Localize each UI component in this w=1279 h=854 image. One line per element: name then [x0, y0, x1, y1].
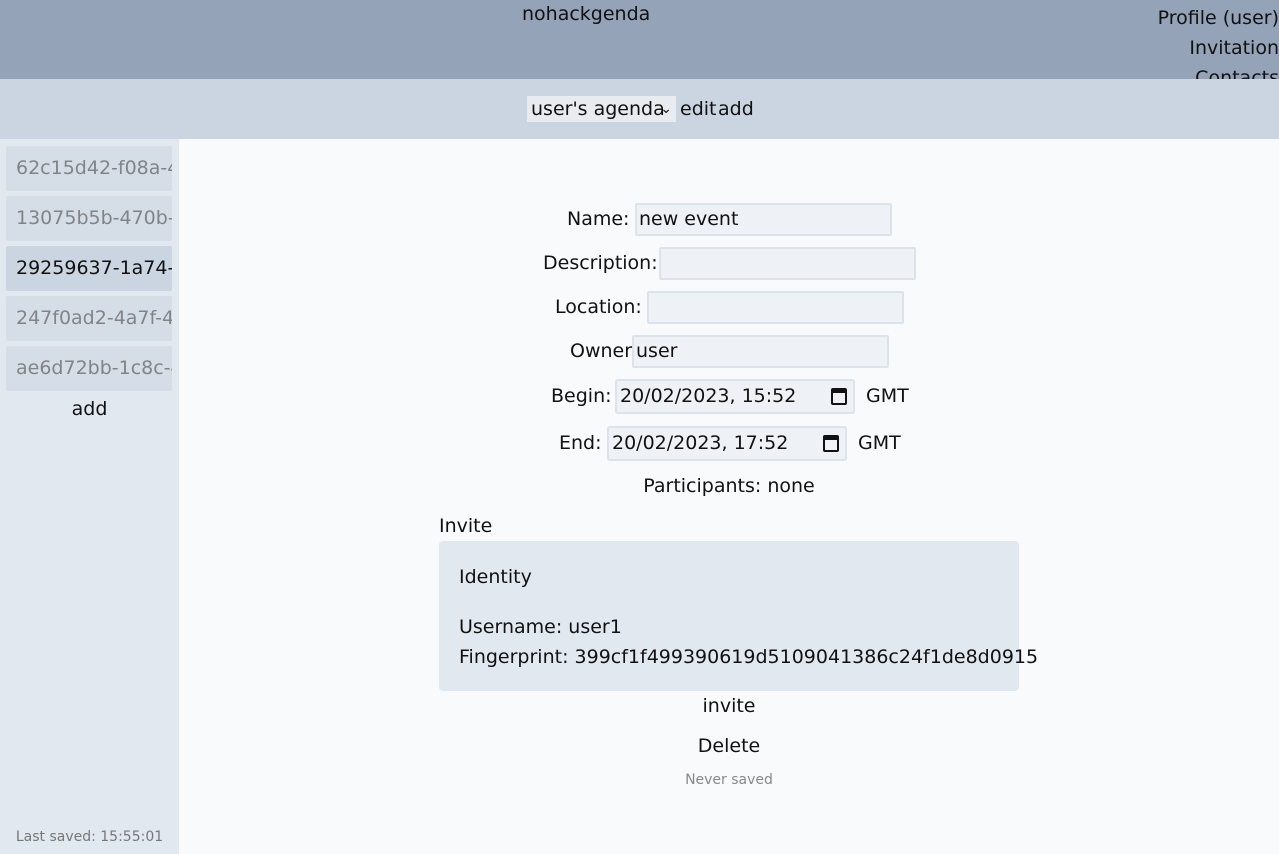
end-timezone: GMT	[858, 432, 901, 454]
nav-profile-link[interactable]: Profile (user)	[1158, 3, 1279, 33]
identity-title: Identity	[459, 566, 532, 588]
end-datetime-input[interactable]: 20/02/2023, 17:52	[607, 426, 847, 461]
calendar-icon[interactable]	[831, 388, 847, 405]
nav-contacts-link[interactable]: Contacts	[1158, 63, 1279, 79]
event-list-item[interactable]: 247f0ad2-4a7f-43	[6, 296, 172, 341]
identity-card[interactable]: Identity Username: user1 Fingerprint: 39…	[439, 541, 1038, 691]
top-header: nohackgenda Profile (user) Invitation Co…	[0, 0, 1279, 79]
begin-label: Begin:	[551, 385, 612, 407]
begin-datetime-input[interactable]: 20/02/2023, 15:52	[615, 379, 855, 414]
save-status: Never saved	[685, 772, 773, 788]
top-nav: Profile (user) Invitation Contacts	[1158, 3, 1279, 79]
begin-timezone: GMT	[866, 385, 909, 407]
add-agenda-link[interactable]: add	[718, 97, 754, 121]
event-sidebar: 62c15d42-f08a-49 13075b5b-470b-4 2925963…	[0, 139, 179, 854]
calendar-icon[interactable]	[823, 435, 839, 452]
invite-heading: Invite	[439, 515, 493, 537]
description-label: Description:	[543, 252, 658, 274]
name-label: Name:	[567, 208, 630, 230]
location-label: Location:	[555, 296, 642, 318]
delete-button[interactable]: Delete	[179, 734, 1279, 758]
event-list-item[interactable]: 62c15d42-f08a-49	[6, 146, 172, 191]
app-title: nohackgenda	[522, 3, 651, 25]
participants-text: Participants: none	[643, 475, 815, 497]
agenda-select-value: user's agenda	[531, 98, 665, 120]
location-input[interactable]	[647, 291, 904, 324]
event-list-item[interactable]: 13075b5b-470b-4	[6, 196, 172, 241]
begin-datetime-value: 20/02/2023, 15:52	[620, 385, 797, 407]
nav-invitation-link[interactable]: Invitation	[1158, 33, 1279, 63]
owner-input[interactable]: user	[632, 335, 889, 368]
last-saved-status: Last saved: 15:55:01	[15, 829, 164, 845]
identity-fingerprint: Fingerprint: 399cf1f499390619d5109041386…	[459, 646, 1039, 668]
edit-agenda-link[interactable]: edit	[680, 97, 716, 121]
identity-username: Username: user1	[459, 616, 622, 638]
invite-button[interactable]: invite	[179, 694, 1279, 718]
name-input[interactable]: new event	[635, 203, 892, 236]
agenda-select[interactable]: user's agenda ⌄	[527, 96, 676, 122]
add-event-button[interactable]: add	[0, 397, 179, 421]
end-datetime-value: 20/02/2023, 17:52	[612, 432, 789, 454]
description-input[interactable]	[659, 247, 916, 280]
owner-label: Owner:	[570, 340, 639, 362]
end-label: End:	[559, 432, 602, 454]
chevron-down-icon: ⌄	[660, 101, 672, 117]
event-list-item[interactable]: ae6d72bb-1c8c-4	[6, 346, 172, 391]
event-list-item-selected[interactable]: 29259637-1a74-4	[6, 246, 172, 291]
